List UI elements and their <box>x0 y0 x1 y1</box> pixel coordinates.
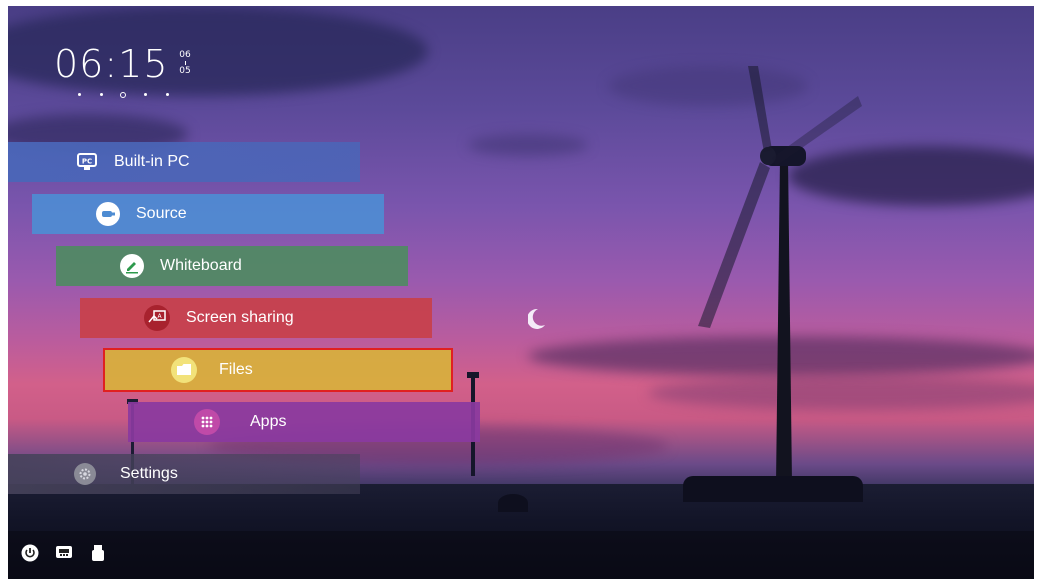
menu-item-built-in-pc[interactable]: PC Built-in PC <box>8 142 360 182</box>
home-screen: 06:15 06 05 PC Built-in PC Source Whiteb <box>8 6 1034 579</box>
menu-item-label: Built-in PC <box>114 153 190 170</box>
menu-item-source[interactable]: Source <box>32 194 384 234</box>
menu-item-whiteboard[interactable]: Whiteboard <box>56 246 408 286</box>
svg-text:PC: PC <box>82 158 92 166</box>
pencil-icon <box>120 254 144 278</box>
menu-item-label: Screen sharing <box>186 309 294 326</box>
tree <box>498 494 528 512</box>
page-dot-active <box>120 91 126 98</box>
bottom-icons <box>20 543 108 563</box>
menu-item-screen-sharing[interactable]: A Screen sharing <box>80 298 432 338</box>
folder-icon <box>171 357 197 383</box>
source-icon <box>96 202 120 226</box>
menu-item-label: Settings <box>120 465 178 482</box>
moon-icon <box>528 308 545 329</box>
page-dot <box>78 93 81 96</box>
network-icon[interactable] <box>54 543 74 563</box>
date-month: 06 <box>179 50 191 60</box>
clock-date: 06 05 <box>178 50 192 76</box>
menu-item-apps[interactable]: Apps <box>128 402 480 442</box>
menu-item-label: Apps <box>250 413 287 430</box>
page-dot <box>144 93 147 96</box>
gear-icon <box>74 463 96 485</box>
tree-line <box>683 476 863 502</box>
pc-icon: PC <box>76 151 98 173</box>
usb-icon[interactable] <box>88 543 108 563</box>
date-separator <box>184 61 186 65</box>
power-icon[interactable] <box>20 543 40 563</box>
clock-widget: 06:15 06 05 <box>54 42 191 98</box>
page-dot <box>166 93 169 96</box>
wind-turbine <box>698 66 862 484</box>
page-dot <box>100 93 103 96</box>
menu-item-label: Files <box>219 361 253 378</box>
menu-item-label: Source <box>136 205 187 222</box>
clock-time: 06:15 <box>54 42 169 86</box>
menu-item-files[interactable]: Files <box>103 348 453 392</box>
screen-share-icon: A <box>144 305 170 331</box>
date-day: 05 <box>179 66 191 76</box>
menu-item-label: Whiteboard <box>160 257 242 274</box>
bottom-status-bar <box>8 531 1034 579</box>
apps-grid-icon <box>194 409 220 435</box>
menu-item-settings[interactable]: Settings <box>8 454 360 494</box>
page-indicator <box>78 90 169 100</box>
cloud <box>468 134 588 156</box>
svg-text:A: A <box>157 313 162 320</box>
